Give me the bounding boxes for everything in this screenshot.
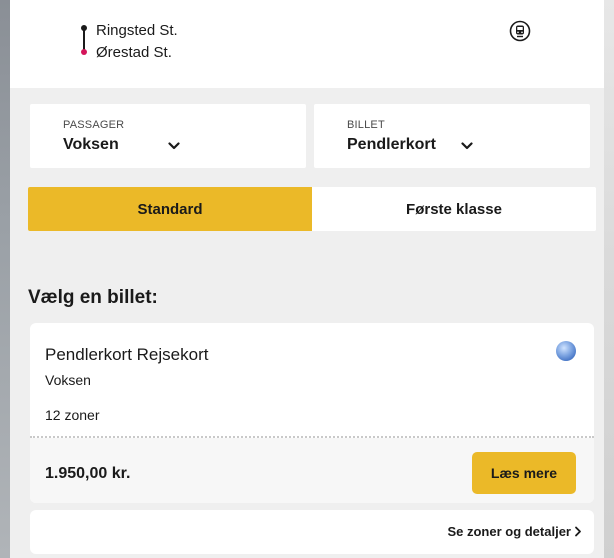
ticket-type-select-value: Pendlerkort [347, 136, 436, 153]
background-map-right [604, 0, 614, 558]
passenger-select-value: Voksen [63, 136, 119, 153]
background-map-left [0, 0, 10, 558]
ticket-name: Pendlerkort Rejsekort [45, 345, 209, 364]
destination-station: Ørestad St. [96, 44, 172, 61]
passenger-select[interactable]: PASSAGER Voksen [30, 104, 306, 168]
radio-selected-icon[interactable] [556, 341, 576, 361]
ticket-price-row: 1.950,00 kr. Læs mere [30, 438, 594, 503]
section-heading: Vælg en billet: [28, 287, 158, 308]
zones-details-link[interactable]: Se zoner og detaljer [447, 524, 582, 539]
passenger-select-label: PASSAGER [63, 119, 125, 131]
ticket-zones: 12 zoner [45, 407, 100, 423]
read-more-button[interactable]: Læs mere [472, 452, 576, 494]
ticket-panel: Ringsted St. Ørestad St. PASSAGER Voksen… [10, 0, 604, 558]
ticket-card[interactable]: Pendlerkort Rejsekort Voksen 12 zoner 1.… [30, 323, 594, 503]
ticket-type-select-label: BILLET [347, 119, 385, 131]
ticket-type-select[interactable]: BILLET Pendlerkort [314, 104, 590, 168]
chevron-right-icon [575, 526, 581, 537]
class-toggle: Standard Første klasse [28, 187, 596, 231]
zones-details-link-label: Se zoner og detaljer [447, 524, 571, 539]
ticket-passenger: Voksen [45, 372, 91, 388]
details-row: Se zoner og detaljer [30, 510, 594, 554]
origin-station: Ringsted St. [96, 22, 178, 39]
ticket-price: 1.950,00 kr. [45, 465, 131, 482]
chevron-down-icon [461, 142, 473, 150]
route-summary: Ringsted St. Ørestad St. [10, 0, 604, 88]
class-option-standard[interactable]: Standard [28, 187, 312, 231]
route-line-icon [79, 25, 91, 65]
train-icon [509, 20, 531, 42]
chevron-down-icon [168, 142, 180, 150]
class-option-first-class[interactable]: Første klasse [312, 187, 596, 231]
